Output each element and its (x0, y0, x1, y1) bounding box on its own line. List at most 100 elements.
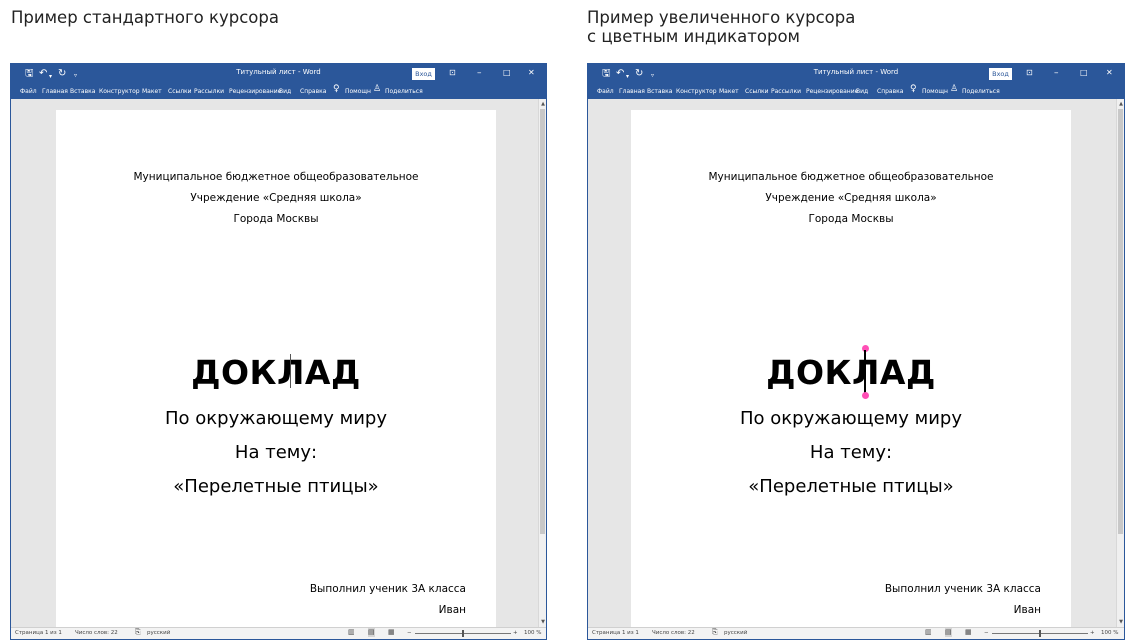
close-button[interactable]: ✕ (1106, 67, 1113, 79)
cursor-indicator-bottom-icon (862, 392, 869, 399)
web-layout-icon[interactable]: ▦ (965, 628, 972, 637)
text-cursor (290, 354, 291, 388)
header-line-1: Муниципальное бюджетное общеобразователь… (708, 171, 994, 183)
document-area: Муниципальное бюджетное общеобразователь… (588, 99, 1116, 627)
maximize-button[interactable]: □ (1080, 67, 1088, 79)
minimize-button[interactable]: – (477, 67, 482, 79)
share-button[interactable]: Поделиться (962, 87, 1000, 96)
tab-home[interactable]: Главная (42, 87, 68, 96)
zoom-out-button[interactable]: − (407, 629, 412, 638)
vertical-scrollbar[interactable]: ▲ ▼ (538, 99, 546, 627)
print-layout-icon[interactable]: ▤ (945, 628, 952, 637)
tab-help[interactable]: Справка (300, 87, 326, 96)
lightbulb-icon[interactable]: ♀ (333, 85, 340, 94)
zoom-in-button[interactable]: + (513, 629, 518, 638)
read-mode-icon[interactable]: ▥ (348, 628, 355, 637)
maximize-button[interactable]: □ (503, 67, 511, 79)
signature-line-1: Выполнил ученик 3А класса (309, 583, 466, 595)
document-area: Муниципальное бюджетное общеобразователь… (11, 99, 538, 627)
window-title: Титульный лист - Word (236, 68, 321, 76)
tab-design[interactable]: Конструктор (99, 87, 140, 96)
scroll-thumb[interactable] (540, 109, 545, 534)
signature-line-1: Выполнил ученик 3А класса (884, 583, 1041, 595)
status-bar: Страница 1 из 1 Число слов: 22 ⎘ русский… (588, 627, 1124, 639)
language[interactable]: русский (724, 629, 747, 638)
share-icon[interactable]: ♙ (950, 85, 958, 94)
zoom-level[interactable]: 100 % (1101, 629, 1118, 638)
document-page[interactable]: Муниципальное бюджетное общеобразователь… (56, 110, 496, 627)
tell-me-box[interactable]: Помощн (345, 87, 371, 96)
title-bar: 🖫 ↶ ▾ ↻ ▿ Титульный лист - Word Вход ⊡ –… (588, 64, 1124, 84)
tab-view[interactable]: Вид (856, 87, 868, 96)
subtitle-line-2: На тему: (809, 442, 893, 463)
ribbon-tabs: Файл Главная Вставка Конструктор Макет С… (11, 84, 546, 99)
tab-layout[interactable]: Макет (719, 87, 739, 96)
tab-references[interactable]: Ссылки (168, 87, 192, 96)
tab-home[interactable]: Главная (619, 87, 645, 96)
word-count[interactable]: Число слов: 22 (75, 629, 118, 638)
tab-view[interactable]: Вид (279, 87, 291, 96)
ribbon-display-options-icon[interactable]: ⊡ (1026, 67, 1033, 79)
caption-enlarged-cursor: Пример увеличенного курсора с цветным ин… (587, 8, 855, 46)
vertical-scrollbar[interactable]: ▲ ▼ (1116, 99, 1124, 627)
tab-insert[interactable]: Вставка (647, 87, 672, 96)
zoom-slider-knob[interactable] (1039, 630, 1041, 637)
tell-me-box[interactable]: Помощн (922, 87, 948, 96)
page-count[interactable]: Страница 1 из 1 (15, 629, 62, 638)
tab-mailings[interactable]: Рассылки (194, 87, 224, 96)
ribbon-display-options-icon[interactable]: ⊡ (449, 67, 456, 79)
tab-review[interactable]: Рецензирование (229, 87, 281, 96)
lightbulb-icon[interactable]: ♀ (910, 85, 917, 94)
header-line-2: Учреждение «Средняя школа» (190, 192, 362, 204)
title-bar: 🖫 ↶ ▾ ↻ ▿ Титульный лист - Word Вход ⊡ –… (11, 64, 546, 84)
zoom-in-button[interactable]: + (1090, 629, 1095, 638)
minimize-button[interactable]: – (1054, 67, 1059, 79)
share-button[interactable]: Поделиться (385, 87, 423, 96)
scroll-down-icon[interactable]: ▼ (1117, 619, 1124, 625)
caption-enlarged-line2: с цветным индикатором (587, 27, 800, 46)
signin-button[interactable]: Вход (412, 68, 435, 80)
tab-file[interactable]: Файл (597, 87, 614, 96)
signature-line-2: Иван (438, 604, 466, 616)
language[interactable]: русский (147, 629, 170, 638)
tab-review[interactable]: Рецензирование (806, 87, 858, 96)
zoom-level[interactable]: 100 % (524, 629, 541, 638)
document-page[interactable]: Муниципальное бюджетное общеобразователь… (631, 110, 1071, 627)
read-mode-icon[interactable]: ▥ (925, 628, 932, 637)
signature-line-2: Иван (1013, 604, 1041, 616)
zoom-out-button[interactable]: − (984, 629, 989, 638)
word-window-enlarged: 🖫 ↶ ▾ ↻ ▿ Титульный лист - Word Вход ⊡ –… (587, 63, 1125, 640)
signin-button[interactable]: Вход (989, 68, 1012, 80)
caption-enlarged-line1: Пример увеличенного курсора (587, 8, 856, 27)
subtitle-line-1: По окружающему миру (740, 408, 962, 429)
tab-help[interactable]: Справка (877, 87, 903, 96)
tab-references[interactable]: Ссылки (745, 87, 769, 96)
tab-layout[interactable]: Макет (142, 87, 162, 96)
tab-mailings[interactable]: Рассылки (771, 87, 801, 96)
document-title: ДОКЛАД (191, 353, 361, 392)
close-button[interactable]: ✕ (528, 67, 535, 79)
share-icon[interactable]: ♙ (373, 85, 381, 94)
header-line-1: Муниципальное бюджетное общеобразователь… (133, 171, 419, 183)
page-count[interactable]: Страница 1 из 1 (592, 629, 639, 638)
print-layout-icon[interactable]: ▤ (368, 628, 375, 637)
scroll-down-icon[interactable]: ▼ (539, 619, 546, 625)
proofing-icon[interactable]: ⎘ (712, 628, 718, 637)
header-line-3: Города Москвы (233, 213, 319, 225)
subtitle-line-3: «Перелетные птицы» (748, 476, 954, 497)
scroll-up-icon[interactable]: ▲ (539, 101, 546, 107)
web-layout-icon[interactable]: ▦ (388, 628, 395, 637)
header-line-2: Учреждение «Средняя школа» (765, 192, 937, 204)
scroll-up-icon[interactable]: ▲ (1117, 101, 1124, 107)
subtitle-line-1: По окружающему миру (165, 408, 387, 429)
zoom-slider-knob[interactable] (462, 630, 464, 637)
header-line-3: Города Москвы (808, 213, 894, 225)
tab-file[interactable]: Файл (20, 87, 37, 96)
word-count[interactable]: Число слов: 22 (652, 629, 695, 638)
tab-insert[interactable]: Вставка (70, 87, 95, 96)
scroll-thumb[interactable] (1118, 109, 1123, 534)
caption-standard-cursor: Пример стандартного курсора (11, 8, 279, 27)
proofing-icon[interactable]: ⎘ (135, 628, 141, 637)
document-title: ДОКЛАД (766, 353, 936, 392)
tab-design[interactable]: Конструктор (676, 87, 717, 96)
